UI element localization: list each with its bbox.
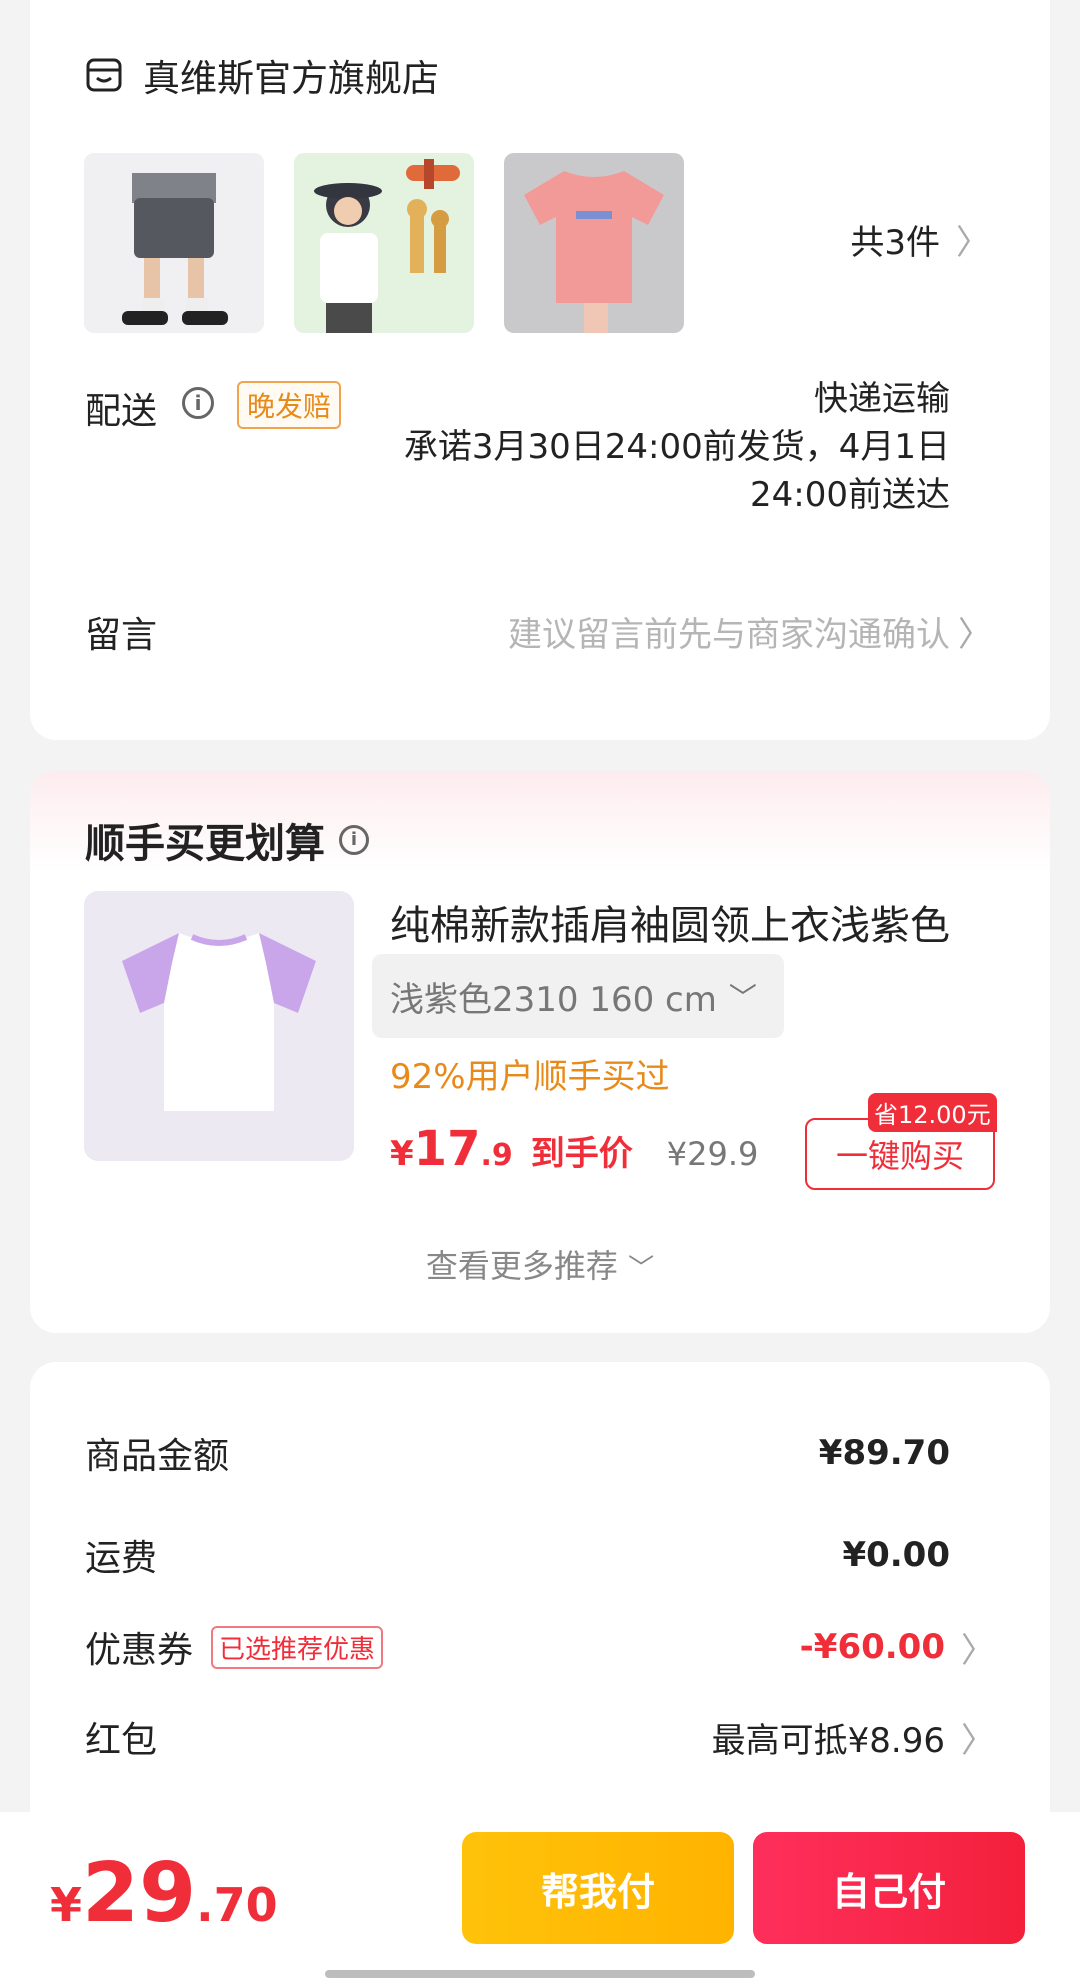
goods-amount-value: ¥89.70: [818, 1433, 950, 1473]
recommend-product-name[interactable]: 纯棉新款插肩袖圆领上衣浅紫色: [390, 893, 950, 951]
shop-header[interactable]: 真维斯官方旗舰店: [85, 48, 439, 102]
bottom-pay-bar: ¥ 29 .70 帮我付 自己付: [0, 1812, 1080, 1980]
coupon-tag: 已选推荐优惠: [211, 1625, 384, 1669]
chevron-right-icon: 〉: [958, 615, 992, 655]
variant-value: 浅紫色2310 160 cm: [390, 979, 717, 1020]
recommend-price: ¥ 17 .9 到手价 ¥29.9: [390, 1121, 758, 1177]
shop-order-card: 真维斯官方旗舰店 共3件 〉 配送 i 晚发赔 快递运输 承诺3月30日24:0…: [30, 0, 1050, 740]
promo-text: 92%用户顺手买过: [390, 1057, 670, 1097]
recommend-card: 顺手买更划算 i 纯棉新款插肩袖圆领上衣浅紫色 浅紫色2310 160 cm ﹀…: [30, 771, 1050, 1333]
shop-icon: [86, 58, 122, 92]
final-price-label: 到手价: [530, 1134, 633, 1174]
delivery-promise-line1: 承诺3月30日24:00前发货，4月1日: [403, 427, 950, 467]
price-integer: 17: [413, 1121, 481, 1177]
chevron-right-icon: 〉: [961, 1720, 995, 1761]
item-thumbnails[interactable]: [84, 153, 714, 333]
coupon-label-group: 优惠券 已选推荐优惠: [85, 1621, 384, 1673]
redpacket-value: 最高可抵¥8.96: [711, 1720, 945, 1761]
note-input[interactable]: 建议留言前先与商家沟通确认: [508, 607, 950, 656]
item-count: 共3件: [850, 223, 940, 263]
pink-tshirt-image[interactable]: [504, 153, 684, 333]
note-label: 留言: [85, 615, 158, 656]
price-decimal: .9: [480, 1138, 513, 1173]
total-integer: 29: [82, 1846, 197, 1941]
shipping-row: 运费 ¥0.00: [85, 1530, 995, 1580]
total-decimal: .70: [196, 1878, 278, 1932]
chevron-down-icon: ﹀: [728, 981, 757, 1014]
coupon-row[interactable]: 优惠券 已选推荐优惠 -¥60.00 〉: [85, 1622, 995, 1672]
shorts-image[interactable]: [84, 153, 264, 333]
variant-selector[interactable]: 浅紫色2310 160 cm ﹀: [372, 954, 784, 1038]
recommend-title: 顺手买更划算 i: [85, 811, 369, 869]
info-icon[interactable]: i: [182, 387, 214, 419]
kid-tshirt-image[interactable]: [294, 153, 474, 333]
coupon-value-group: -¥60.00 〉: [800, 1623, 995, 1672]
redpacket-value-group: 最高可抵¥8.96 〉: [712, 1713, 995, 1762]
more-recommend-link[interactable]: 查看更多推荐 ﹀: [30, 1241, 1050, 1287]
recommend-product-image[interactable]: [84, 891, 354, 1161]
chevron-right-icon: 〉: [961, 1630, 995, 1671]
recommend-title-text: 顺手买更划算: [85, 821, 325, 867]
original-price: ¥29.9: [666, 1135, 759, 1173]
redpacket-row[interactable]: 红包 最高可抵¥8.96 〉: [85, 1712, 995, 1762]
item-count-link[interactable]: 共3件 〉: [850, 215, 990, 264]
coupon-label: 优惠券: [85, 1630, 194, 1671]
total-price: ¥ 29 .70: [50, 1846, 278, 1941]
info-icon[interactable]: i: [339, 825, 369, 855]
late-compensation-tag: 晚发赔: [237, 381, 342, 429]
more-recommend-label: 查看更多推荐: [425, 1247, 618, 1285]
coupon-value: -¥60.00: [799, 1627, 945, 1667]
help-me-pay-button[interactable]: 帮我付: [462, 1832, 734, 1944]
price-currency: ¥: [390, 1134, 414, 1174]
goods-amount-row: 商品金额 ¥89.70: [85, 1428, 995, 1478]
pay-myself-button[interactable]: 自己付: [753, 1832, 1025, 1944]
chevron-right-icon: 〉: [956, 223, 990, 263]
delivery-method: 快递运输: [814, 379, 950, 419]
shop-name: 真维斯官方旗舰店: [143, 57, 439, 100]
total-currency: ¥: [50, 1878, 83, 1932]
redpacket-label: 红包: [85, 1720, 158, 1761]
delivery-promise-line2: 24:00前送达: [750, 475, 950, 515]
shipping-label: 运费: [85, 1538, 158, 1579]
delivery-label: 配送: [85, 391, 158, 432]
chevron-down-icon: ﹀: [628, 1254, 655, 1284]
home-indicator[interactable]: [325, 1970, 755, 1978]
delivery-info: 快递运输 承诺3月30日24:00前发货，4月1日 24:00前送达: [404, 375, 950, 519]
save-badge: 省12.00元: [868, 1093, 997, 1132]
goods-amount-label: 商品金额: [85, 1436, 230, 1477]
shipping-value: ¥0.00: [842, 1535, 950, 1575]
